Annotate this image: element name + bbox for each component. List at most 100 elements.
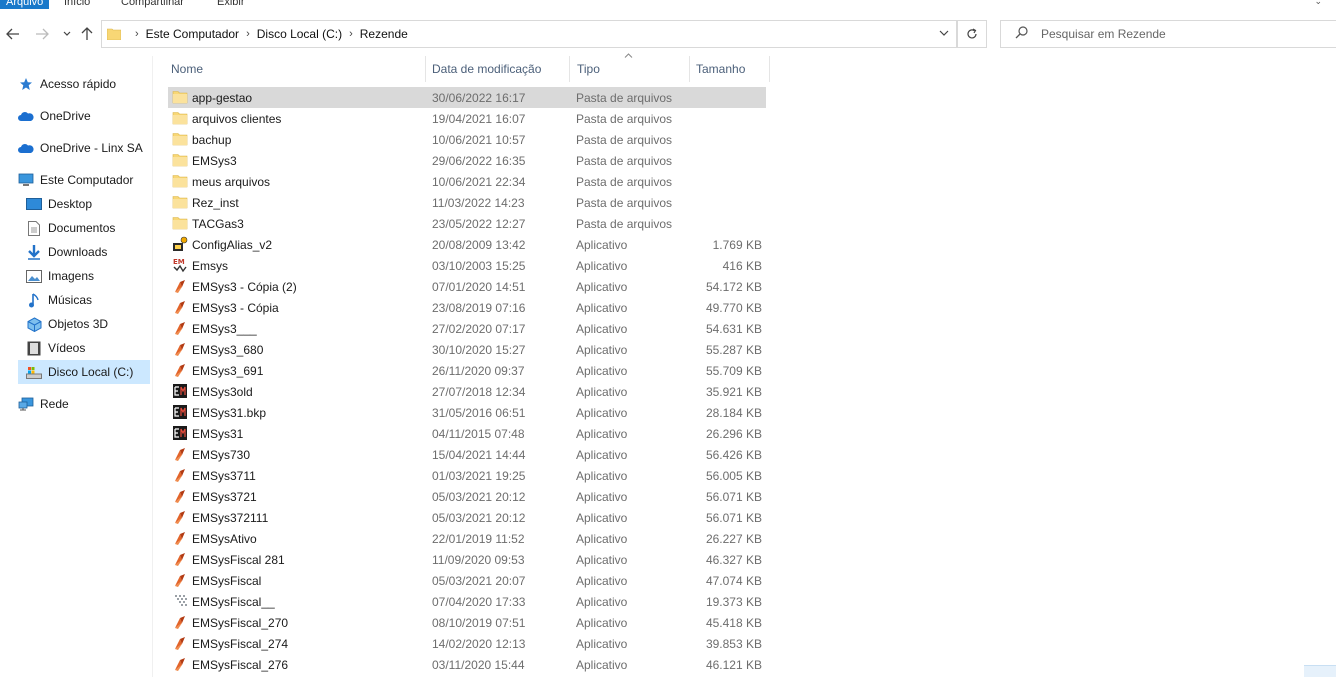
file-row[interactable]: EMSys3_691 26/11/2020 09:37 Aplicativo 55.7… — [168, 360, 766, 381]
file-row[interactable]: EMSysFiscal__ 07/04/2020 17:33 Aplicativo 1… — [168, 591, 766, 612]
sidebar-item-label: Imagens — [48, 269, 95, 283]
pane-divider[interactable] — [152, 56, 153, 677]
up-button[interactable] — [78, 24, 96, 44]
file-row[interactable]: bachup 10/06/2021 10:57 Pasta de arquivos — [168, 129, 766, 150]
file-row[interactable]: EMSysFiscal 05/03/2021 20:07 Aplicativo 47.… — [168, 570, 766, 591]
file-row[interactable]: EMSys3___ 27/02/2020 07:17 Aplicativo 54.63… — [168, 318, 766, 339]
back-button[interactable] — [4, 24, 22, 44]
file-size: 47.074 KB — [705, 574, 762, 588]
file-row[interactable]: EMSys3_680 30/10/2020 15:27 Aplicativo 55.2… — [168, 339, 766, 360]
file-row[interactable]: EMSys31.bkp 31/05/2016 06:51 Aplicativo 28.… — [168, 402, 766, 423]
file-size: 46.121 KB — [705, 658, 762, 672]
tab-inicio[interactable]: Início — [64, 0, 90, 9]
file-name: ConfigAlias_v2 — [192, 238, 273, 252]
column-divider[interactable] — [769, 56, 770, 82]
file-size: 35.921 KB — [705, 385, 762, 399]
sidebar-item-acesso-rapido[interactable]: Acesso rápido — [18, 72, 116, 96]
file-date: 03/10/2003 15:25 — [432, 259, 526, 273]
file-date: 05/03/2021 20:12 — [432, 490, 526, 504]
navigation-pane: Acesso rápido OneDrive OneDrive - Linx S… — [0, 60, 152, 677]
file-row[interactable]: Rez_inst 11/03/2022 14:23 Pasta de arquivo… — [168, 192, 766, 213]
file-row[interactable]: EMSysFiscal_270 08/10/2019 07:51 Aplicativ… — [168, 612, 766, 633]
recent-locations-button[interactable] — [58, 24, 76, 44]
tab-exibir[interactable]: Exibir — [217, 0, 245, 9]
sidebar-item-desktop[interactable]: Desktop — [26, 192, 92, 216]
file-date: 29/06/2022 16:35 — [432, 154, 526, 168]
emsys-app-icon — [172, 488, 188, 504]
chevron-right-icon[interactable]: › — [135, 28, 139, 40]
file-date: 08/10/2019 07:51 — [432, 616, 526, 630]
file-row[interactable]: EMSysAtivo 22/01/2019 11:52 Aplicativo 26.2… — [168, 528, 766, 549]
address-dropdown-icon[interactable] — [939, 27, 949, 39]
refresh-button[interactable] — [957, 20, 987, 48]
sidebar-item-imagens[interactable]: Imagens — [26, 264, 94, 288]
breadcrumb-rezende[interactable]: Rezende — [360, 27, 408, 41]
file-row[interactable]: EMSys730 15/04/2021 14:44 Aplicativo 56.426… — [168, 444, 766, 465]
search-input[interactable]: Pesquisar em Rezende — [1000, 20, 1336, 48]
file-type: Aplicativo — [576, 427, 628, 441]
column-header-date[interactable]: Data de modificação — [432, 62, 541, 76]
sidebar-item-onedrive[interactable]: OneDrive — [18, 104, 91, 128]
file-size: 54.631 KB — [705, 322, 762, 336]
sidebar-item-onedrive-linx[interactable]: OneDrive - Linx SA — [18, 136, 143, 160]
file-row[interactable]: EMSysFiscal 281 11/09/2020 09:53 Aplicativ… — [168, 549, 766, 570]
sidebar-item-este-computador[interactable]: Este Computador — [18, 168, 133, 192]
breadcrumb-este-computador[interactable]: Este Computador — [146, 27, 239, 41]
column-header-name[interactable]: Nome — [171, 62, 203, 76]
file-date: 04/11/2015 07:48 — [432, 427, 525, 441]
file-row[interactable]: EMSysFiscal_276 03/11/2020 15:44 Aplicativ… — [168, 654, 766, 675]
file-row[interactable]: EMSys31 04/11/2015 07:48 Aplicativo 26.296 … — [168, 423, 766, 444]
sidebar-item-musicas[interactable]: Músicas — [26, 288, 92, 312]
file-size: 39.853 KB — [705, 637, 762, 651]
file-row[interactable]: arquivos clientes 19/04/2021 16:07 Pasta d… — [168, 108, 766, 129]
file-row[interactable]: EMSys3711 01/03/2021 19:25 Aplicativo 56.00… — [168, 465, 766, 486]
tab-compartilhar[interactable]: Compartilhar — [121, 0, 184, 9]
file-size: 56.005 KB — [705, 469, 762, 483]
column-header-type[interactable]: Tipo — [577, 62, 600, 76]
file-row[interactable]: EMSys3721 05/03/2021 20:12 Aplicativo 56.07… — [168, 486, 766, 507]
resize-grip[interactable] — [1304, 665, 1336, 677]
file-row[interactable]: app-gestao 30/06/2022 16:17 Pasta de arqui… — [168, 87, 766, 108]
sidebar-item-disco-local[interactable]: Disco Local (C:) — [18, 360, 150, 384]
file-row[interactable]: EMSys3 29/06/2022 16:35 Pasta de arquivos — [168, 150, 766, 171]
column-header-size[interactable]: Tamanho — [696, 62, 745, 76]
sidebar-item-label: Desktop — [48, 197, 93, 211]
file-row[interactable]: EMSys3 - Cópia (2) 07/01/2020 14:51 Aplica… — [168, 276, 766, 297]
file-type: Pasta de arquivos — [576, 112, 673, 126]
sidebar-item-downloads[interactable]: Downloads — [26, 240, 107, 264]
forward-button[interactable] — [33, 24, 51, 44]
sidebar-item-documentos[interactable]: Documentos — [26, 216, 115, 240]
file-row[interactable]: EMSys372111 05/03/2021 20:12 Aplicativo 56.… — [168, 507, 766, 528]
cloud-icon — [18, 108, 34, 124]
emsys-app-icon — [172, 278, 188, 294]
column-divider[interactable] — [689, 56, 690, 82]
file-type: Aplicativo — [576, 364, 628, 378]
ribbon-expand-icon[interactable]: ⌄ — [1314, 0, 1322, 7]
chevron-right-icon[interactable]: › — [349, 28, 353, 40]
file-type: Aplicativo — [576, 406, 628, 420]
breadcrumb-disco-local[interactable]: Disco Local (C:) — [257, 27, 342, 41]
search-icon — [1015, 26, 1028, 42]
tab-arquivo[interactable]: Arquivo — [0, 0, 50, 9]
file-name: EMSysFiscal — [192, 574, 262, 588]
file-row[interactable]: meus arquivos 10/06/2021 22:34 Pasta de ar… — [168, 171, 766, 192]
sidebar-item-videos[interactable]: Vídeos — [26, 336, 85, 360]
chevron-right-icon[interactable]: › — [246, 28, 250, 40]
column-divider[interactable] — [569, 56, 570, 82]
file-date: 01/03/2021 19:25 — [432, 469, 526, 483]
file-row[interactable]: EMSys3old 27/07/2018 12:34 Aplicativo 35.92… — [168, 381, 766, 402]
file-row[interactable]: ConfigAlias_v2 20/08/2009 13:42 Aplicativo… — [168, 234, 766, 255]
file-size: 45.418 KB — [705, 616, 762, 630]
file-date: 23/08/2019 07:16 — [432, 301, 526, 315]
file-row[interactable]: EM Emsys 03/10/2003 15:25 Aplicativo 416 KB — [168, 255, 766, 276]
sidebar-item-rede[interactable]: Rede — [18, 392, 69, 416]
file-row[interactable]: TACGas3 23/05/2022 12:27 Pasta de arquivos — [168, 213, 766, 234]
address-bar[interactable]: › Este Computador › Disco Local (C:) › R… — [101, 20, 957, 48]
sidebar-item-objetos-3d[interactable]: Objetos 3D — [26, 312, 108, 336]
file-row[interactable]: EMSys3 - Cópia 23/08/2019 07:16 Aplicativo… — [168, 297, 766, 318]
sidebar-item-label: Acesso rápido — [40, 77, 117, 91]
file-row[interactable]: EMSysFiscal_274 14/02/2020 12:13 Aplicativ… — [168, 633, 766, 654]
file-type: Aplicativo — [576, 343, 628, 357]
column-divider[interactable] — [425, 56, 426, 82]
file-date: 15/04/2021 14:44 — [432, 448, 526, 462]
